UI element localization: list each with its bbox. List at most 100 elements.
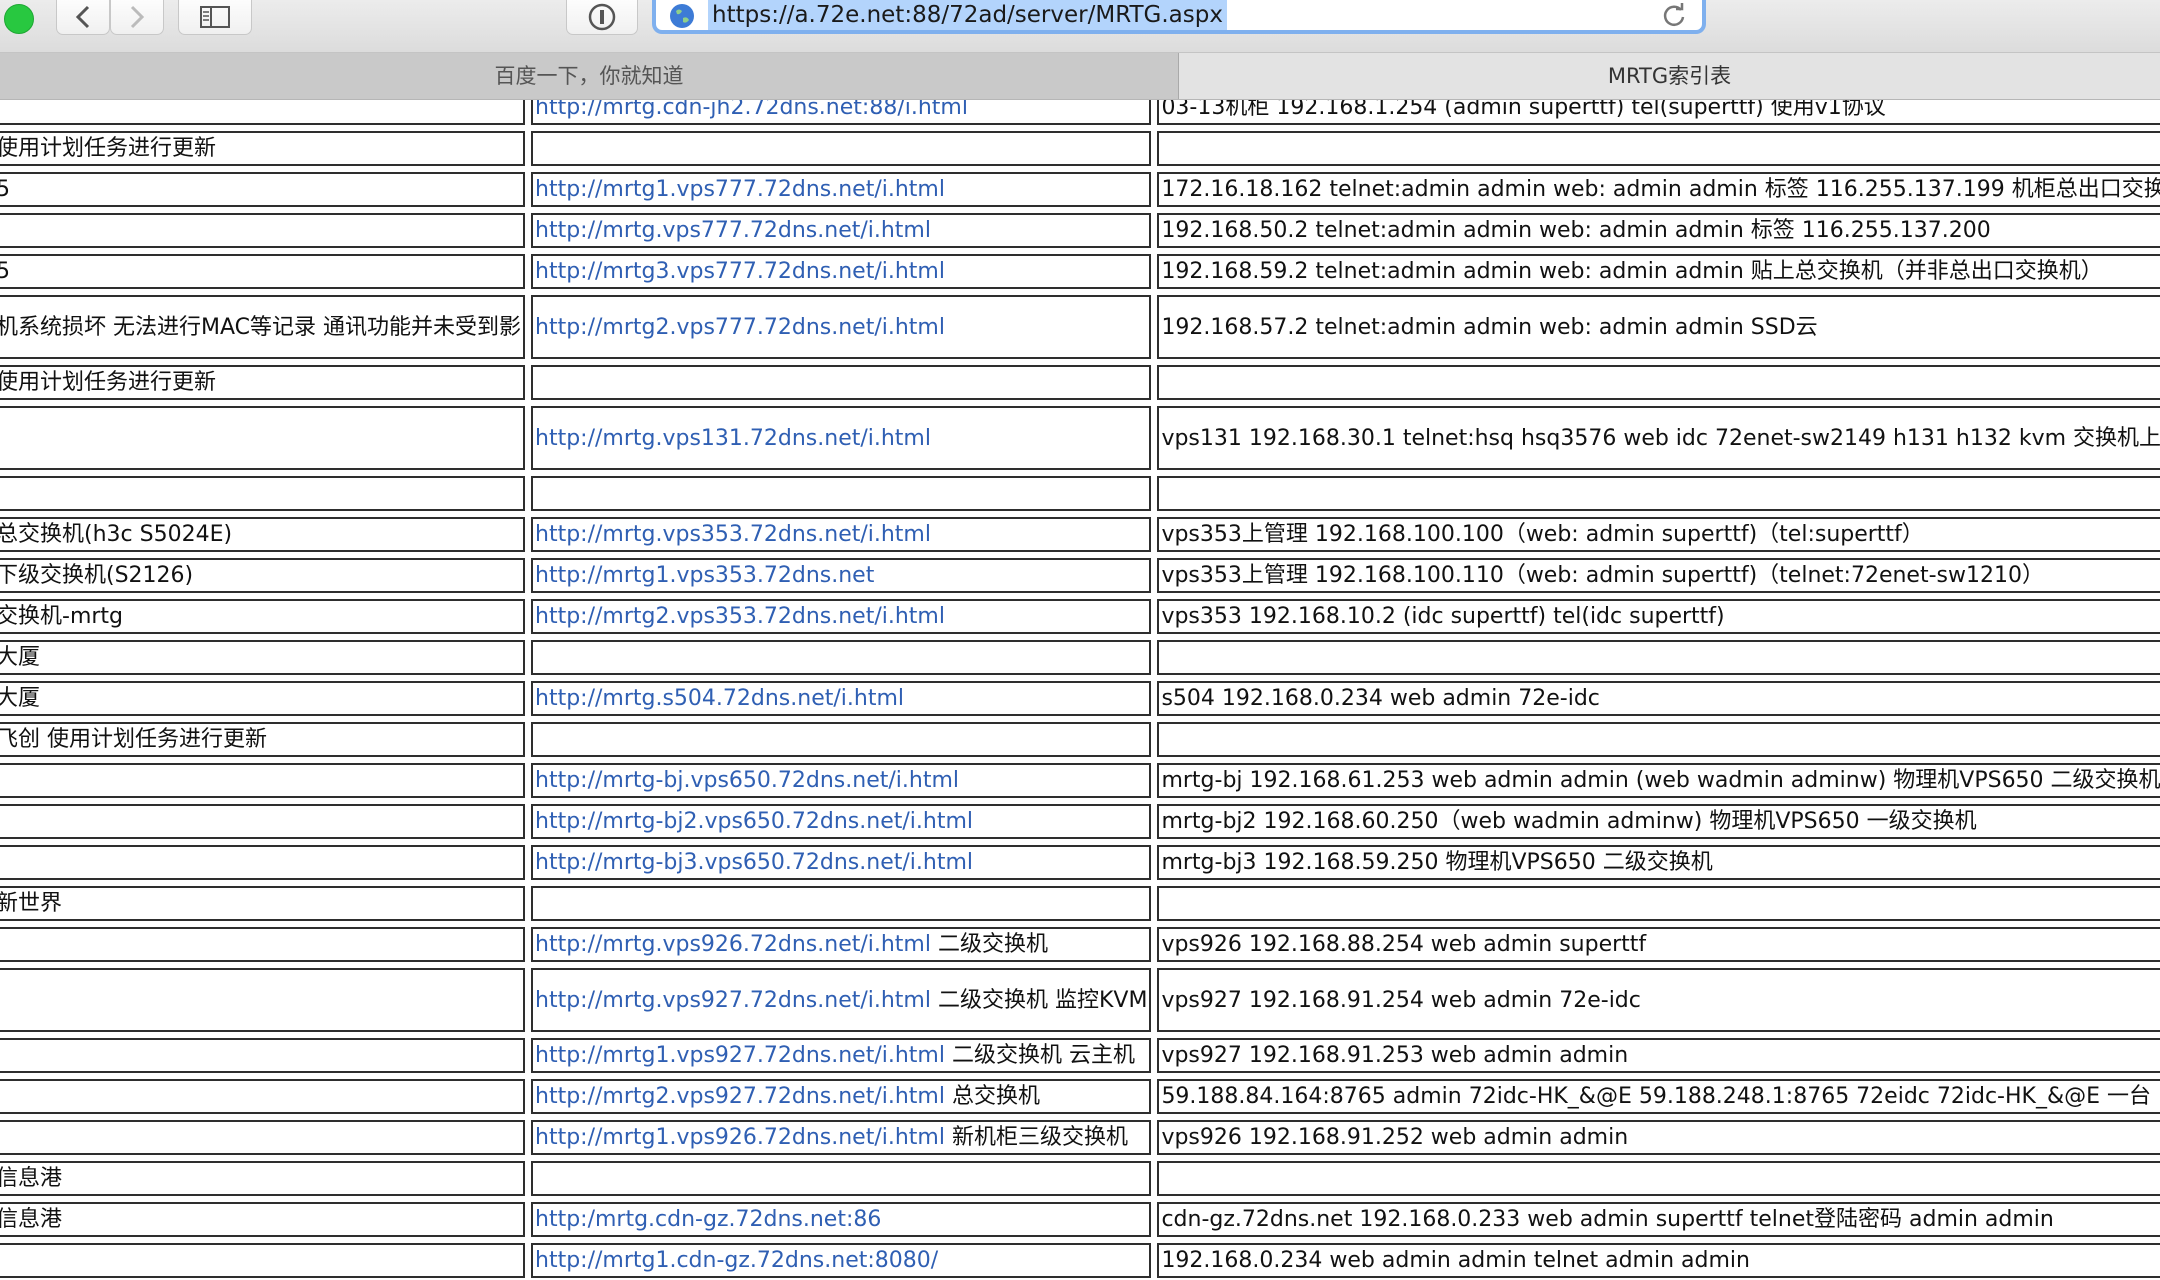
reader-button[interactable] <box>566 0 638 35</box>
device-info-cell: 172.16.18.162 telnet:admin admin web: ad… <box>1157 172 2160 207</box>
reload-icon[interactable] <box>1660 2 1688 30</box>
location-cell <box>0 1038 525 1073</box>
url-text[interactable]: https://a.72e.net:88/72ad/server/MRTG.as… <box>708 0 1227 30</box>
mrtg-link[interactable]: http://mrtg1.vps926.72dns.net/i.html <box>535 1125 945 1150</box>
table-row: http://mrtg.vps777.72dns.net/i.html 192.1… <box>0 213 2160 248</box>
link-cell: http://mrtg3.vps777.72dns.net/i.html <box>531 254 1152 289</box>
table-row: 大厦 <box>0 640 2160 675</box>
device-info-cell: vps353上管理 192.168.100.100（web: admin sup… <box>1157 517 2160 552</box>
link-cell: http://mrtg.s504.72dns.net/i.html <box>531 681 1152 716</box>
chevron-left-icon <box>75 5 90 29</box>
location-cell: 交换机-mrtg <box>0 599 525 634</box>
mrtg-link[interactable]: http://mrtg.vps926.72dns.net/i.html <box>535 932 931 957</box>
window-zoom-button[interactable] <box>4 4 34 34</box>
mrtg-link[interactable]: http://mrtg.s504.72dns.net/i.html <box>535 686 904 711</box>
device-info-cell: cdn-gz.72dns.net 192.168.0.233 web admin… <box>1157 1202 2160 1237</box>
location-cell <box>0 1243 525 1278</box>
link-note: 二级交换机 <box>930 932 1048 957</box>
link-cell: http://mrtg.vps353.72dns.net/i.html <box>531 517 1152 552</box>
tab-bar: 百度一下，你就知道 MRTG索引表 <box>0 53 2160 100</box>
mrtg-link[interactable]: http://mrtg2.vps777.72dns.net/i.html <box>535 315 945 340</box>
table-row: 飞创 使用计划任务进行更新 <box>0 722 2160 757</box>
mrtg-link[interactable]: http://mrtg-bj2.vps650.72dns.net/i.html <box>535 809 973 834</box>
table-row: 大厦 http://mrtg.s504.72dns.net/i.html s504 … <box>0 681 2160 716</box>
link-cell: http://mrtg1.cdn-gz.72dns.net:8080/ <box>531 1243 1152 1278</box>
mrtg-link[interactable]: http://mrtg1.cdn-gz.72dns.net:8080/ <box>535 1248 938 1273</box>
device-info-cell: s504 192.168.0.234 web admin 72e-idc <box>1157 681 2160 716</box>
link-cell: http://mrtg1.vps926.72dns.net/i.html 新机柜… <box>531 1120 1152 1155</box>
table-row: 机系统损坏 无法进行MAC等记录 通讯功能并未受到影 http://mrtg2.v… <box>0 295 2160 359</box>
mrtg-link[interactable]: http:/mrtg.cdn-gz.72dns.net:86 <box>535 1207 881 1232</box>
globe-icon <box>670 4 694 28</box>
device-info-cell <box>1157 365 2160 400</box>
mrtg-link[interactable]: http://mrtg.vps131.72dns.net/i.html <box>535 426 931 451</box>
table-row: http://mrtg.vps131.72dns.net/i.html vps13… <box>0 406 2160 470</box>
link-cell: http://mrtg1.vps927.72dns.net/i.html 二级交… <box>531 1038 1152 1073</box>
device-info-cell: 03-13机柜 192.168.1.254 (admin superttf) t… <box>1157 100 2160 125</box>
table-row: 5 http://mrtg1.vps777.72dns.net/i.html 172… <box>0 172 2160 207</box>
mrtg-link[interactable]: http://mrtg2.vps927.72dns.net/i.html <box>535 1084 945 1109</box>
browser-toolbar: https://a.72e.net:88/72ad/server/MRTG.as… <box>0 0 2160 53</box>
link-note: 二级交换机 监控KVM <box>930 987 1148 1013</box>
tab-mrtg-index[interactable]: MRTG索引表 <box>1179 53 2160 99</box>
link-cell <box>531 886 1152 921</box>
link-cell: http://mrtg.cdn-jh2.72dns.net:88/i.html <box>531 100 1152 125</box>
table-row: http://mrtg-bj2.vps650.72dns.net/i.html m… <box>0 804 2160 839</box>
mrtg-link[interactable]: http://mrtg.vps777.72dns.net/i.html <box>535 218 931 243</box>
table-row: 总交换机(h3c S5024E) http://mrtg.vps353.72dns… <box>0 517 2160 552</box>
table-row: 使用计划任务进行更新 <box>0 131 2160 166</box>
location-cell <box>0 406 525 470</box>
link-cell <box>531 640 1152 675</box>
forward-button[interactable] <box>110 0 164 35</box>
link-cell <box>531 1161 1152 1196</box>
table-row: 交换机-mrtg http://mrtg2.vps353.72dns.net/i.… <box>0 599 2160 634</box>
mrtg-link[interactable]: http://mrtg1.vps777.72dns.net/i.html <box>535 177 945 202</box>
link-cell: http://mrtg.vps777.72dns.net/i.html <box>531 213 1152 248</box>
location-cell <box>0 476 525 511</box>
location-cell: 机系统损坏 无法进行MAC等记录 通讯功能并未受到影 <box>0 295 525 359</box>
location-cell: 5 <box>0 172 525 207</box>
back-button[interactable] <box>56 0 110 35</box>
table-row: http://mrtg2.vps927.72dns.net/i.html 总交换… <box>0 1079 2160 1114</box>
device-info-cell <box>1157 1161 2160 1196</box>
mrtg-link[interactable]: http://mrtg1.vps353.72dns.net <box>535 563 874 588</box>
mrtg-link[interactable]: http://mrtg.vps927.72dns.net/i.html <box>535 988 931 1013</box>
table-row: http://mrtg.vps926.72dns.net/i.html 二级交换… <box>0 927 2160 962</box>
table-row: 下级交换机(S2126) http://mrtg1.vps353.72dns.ne… <box>0 558 2160 593</box>
link-cell: http://mrtg2.vps777.72dns.net/i.html <box>531 295 1152 359</box>
location-cell: 信息港 <box>0 1161 525 1196</box>
link-cell: http://mrtg.vps131.72dns.net/i.html <box>531 406 1152 470</box>
address-bar[interactable]: https://a.72e.net:88/72ad/server/MRTG.as… <box>652 0 1706 34</box>
location-cell: 下级交换机(S2126) <box>0 558 525 593</box>
link-cell <box>531 131 1152 166</box>
link-cell: http://mrtg-bj2.vps650.72dns.net/i.html <box>531 804 1152 839</box>
mrtg-link[interactable]: http://mrtg2.vps353.72dns.net/i.html <box>535 604 945 629</box>
location-cell: 5 <box>0 254 525 289</box>
location-cell <box>0 213 525 248</box>
table-row: http://mrtg-bj.vps650.72dns.net/i.html mr… <box>0 763 2160 798</box>
location-cell <box>0 804 525 839</box>
location-cell: 大厦 <box>0 640 525 675</box>
location-cell <box>0 1120 525 1155</box>
mrtg-link[interactable]: http://mrtg-bj3.vps650.72dns.net/i.html <box>535 850 973 875</box>
table-row: http://mrtg.vps927.72dns.net/i.html 二级交换… <box>0 968 2160 1032</box>
mrtg-link[interactable]: http://mrtg1.vps927.72dns.net/i.html <box>535 1043 945 1068</box>
mrtg-link[interactable]: http://mrtg.cdn-jh2.72dns.net:88/i.html <box>535 100 968 120</box>
location-cell: 飞创 使用计划任务进行更新 <box>0 722 525 757</box>
device-info-cell: vps353 192.168.10.2 (idc superttf) tel(i… <box>1157 599 2160 634</box>
location-cell <box>0 1079 525 1114</box>
mrtg-link[interactable]: http://mrtg3.vps777.72dns.net/i.html <box>535 259 945 284</box>
mrtg-link[interactable]: http://mrtg.vps353.72dns.net/i.html <box>535 522 931 547</box>
table-row: http://mrtg.cdn-jh2.72dns.net:88/i.html 0… <box>0 100 2160 125</box>
page-content: http://mrtg.cdn-jh2.72dns.net:88/i.html 0… <box>0 100 2160 1280</box>
device-info-cell: mrtg-bj 192.168.61.253 web admin admin (… <box>1157 763 2160 798</box>
tab-baidu[interactable]: 百度一下，你就知道 <box>0 53 1179 99</box>
device-info-cell <box>1157 722 2160 757</box>
link-cell: http://mrtg-bj.vps650.72dns.net/i.html <box>531 763 1152 798</box>
device-info-cell: vps353上管理 192.168.100.110（web: admin sup… <box>1157 558 2160 593</box>
location-cell: 使用计划任务进行更新 <box>0 131 525 166</box>
sidebar-icon <box>200 6 230 28</box>
sidebar-toggle-button[interactable] <box>178 0 252 35</box>
mrtg-link[interactable]: http://mrtg-bj.vps650.72dns.net/i.html <box>535 768 959 793</box>
location-cell <box>0 927 525 962</box>
